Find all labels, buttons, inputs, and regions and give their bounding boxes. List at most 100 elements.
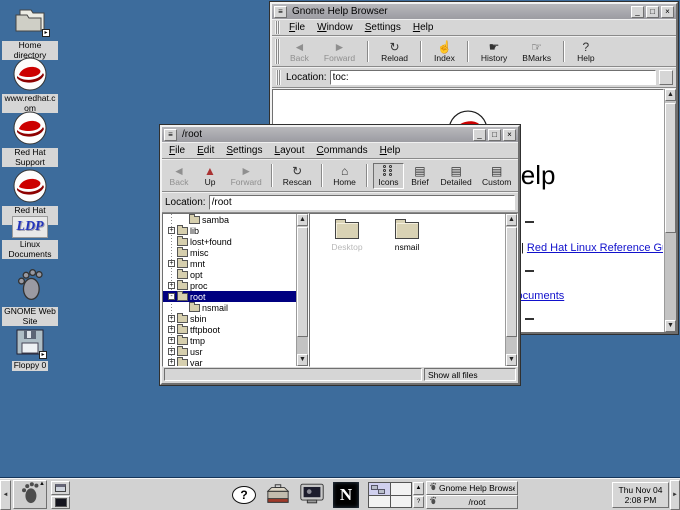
icons-view-button[interactable]: Icons [373, 163, 404, 189]
scroll-thumb[interactable] [506, 227, 517, 337]
tree-item[interactable]: + tftpboot [163, 324, 296, 335]
help-button[interactable]: ? Help [570, 39, 601, 65]
desktop-icon-home-directory[interactable]: ▸ Home directory [2, 6, 58, 60]
location-input[interactable] [209, 195, 515, 210]
forward-button[interactable]: ► Forward [317, 39, 362, 65]
desk-guide-applet[interactable] [368, 482, 412, 508]
home-button[interactable]: ⌂ Home [328, 163, 361, 189]
expand-icon[interactable]: + [168, 282, 175, 289]
tree-item-selected[interactable]: - root [163, 291, 296, 302]
menu-edit[interactable]: Edit [192, 143, 219, 158]
help-browser-titlebar[interactable]: ≡ Gnome Help Browser _ □ × [272, 4, 676, 19]
menu-commands[interactable]: Commands [312, 143, 373, 158]
bar-grip[interactable] [275, 39, 280, 64]
menu-help[interactable]: Help [408, 20, 439, 35]
expand-icon[interactable]: + [168, 337, 175, 344]
expand-icon[interactable]: + [168, 348, 175, 355]
scroll-thumb[interactable] [297, 227, 308, 337]
expand-icon[interactable]: + [168, 227, 175, 234]
location-end-button[interactable] [659, 70, 673, 85]
desktop-icon-floppy-0[interactable]: ▸ Floppy 0 [2, 328, 58, 371]
history-button[interactable]: ☛ History [474, 39, 514, 65]
menu-file[interactable]: File [284, 20, 310, 35]
workspace-3[interactable] [369, 496, 390, 508]
panel-hide-left-button[interactable]: ◄ [0, 480, 11, 510]
workspace-1-active[interactable] [369, 483, 390, 495]
reference-guide-link[interactable]: Red Hat Linux Reference Guide [527, 242, 664, 254]
task-button-root[interactable]: /root [426, 495, 518, 509]
file-icon-area[interactable]: Desktop nsmail [310, 214, 505, 366]
control-center-launcher[interactable] [262, 481, 294, 509]
tree-item[interactable]: + usr [163, 346, 296, 357]
up-button[interactable]: ▲ Up [195, 163, 225, 189]
back-button[interactable]: ◄ Back [164, 163, 194, 189]
scroll-up-icon[interactable]: ▲ [665, 89, 676, 101]
menu-help[interactable]: Help [375, 143, 406, 158]
desktop-icon-gnome-web-site[interactable]: GNOME Web Site [2, 268, 58, 326]
tree-item[interactable]: lost+found [163, 236, 296, 247]
scroll-down-icon[interactable]: ▼ [665, 320, 676, 332]
brief-view-button[interactable]: ▤ Brief [405, 163, 435, 189]
scroll-down-icon[interactable]: ▼ [506, 354, 517, 366]
scroll-track[interactable] [665, 101, 676, 320]
workspace-2[interactable] [391, 483, 412, 495]
expand-icon[interactable]: + [168, 260, 175, 267]
help-vertical-scrollbar[interactable]: ▲ ▼ [664, 89, 676, 332]
file-item-desktop[interactable]: Desktop [324, 222, 370, 252]
maximize-button[interactable]: □ [488, 129, 501, 141]
help-launcher[interactable]: ? [228, 481, 260, 509]
scroll-up-icon[interactable]: ▲ [506, 214, 517, 226]
menu-settings[interactable]: Settings [360, 20, 406, 35]
tree-item[interactable]: + var [163, 357, 296, 366]
tree-item[interactable]: nsmail [163, 302, 296, 313]
expand-icon[interactable]: + [168, 359, 175, 366]
bar-grip[interactable] [276, 70, 281, 85]
tree-item[interactable]: opt [163, 269, 296, 280]
expand-icon[interactable]: + [168, 326, 175, 333]
bmarks-button[interactable]: ☞ BMarks [515, 39, 558, 65]
mini-window-button[interactable] [51, 481, 70, 495]
menu-settings[interactable]: Settings [221, 143, 267, 158]
tree-vertical-scrollbar[interactable]: ▲ ▼ [296, 214, 308, 366]
clock-applet[interactable]: Thu Nov 04 2:08 PM [612, 482, 669, 508]
minimize-button[interactable]: _ [631, 6, 644, 18]
bar-grip[interactable] [275, 21, 280, 34]
expand-icon[interactable]: + [168, 315, 175, 322]
menu-layout[interactable]: Layout [270, 143, 310, 158]
terminal-launcher[interactable] [296, 481, 328, 509]
window-menu-icon[interactable]: ≡ [164, 129, 177, 141]
task-button-help-browser[interactable]: Gnome Help Browser [426, 481, 518, 495]
file-manager-titlebar[interactable]: ≡ /root _ □ × [162, 127, 518, 142]
minimize-button[interactable]: _ [473, 129, 486, 141]
collapse-icon[interactable]: - [168, 293, 175, 300]
detailed-view-button[interactable]: ▤ Detailed [436, 163, 476, 189]
menu-window[interactable]: Window [312, 20, 358, 35]
scroll-track[interactable] [297, 226, 308, 354]
desktop-icon-www-redhat-com[interactable]: www.redhat.com [2, 56, 58, 113]
window-menu-icon[interactable]: ≡ [274, 6, 287, 18]
custom-view-button[interactable]: ▤ Custom [477, 163, 516, 189]
scroll-thumb[interactable] [665, 103, 676, 233]
pager-help-button[interactable]: ? [413, 496, 424, 509]
tree-item[interactable]: + tmp [163, 335, 296, 346]
close-button[interactable]: × [661, 6, 674, 18]
scroll-down-icon[interactable]: ▼ [297, 354, 308, 366]
main-menu-button[interactable]: ▲ [13, 480, 47, 509]
tree-item[interactable]: + sbin [163, 313, 296, 324]
tree-item[interactable]: + lib [163, 225, 296, 236]
rescan-button[interactable]: ↻ Rescan [278, 163, 316, 189]
tree-item[interactable]: + mnt [163, 258, 296, 269]
close-button[interactable]: × [503, 129, 516, 141]
netscape-launcher[interactable]: N [330, 481, 362, 509]
scroll-track[interactable] [506, 226, 517, 354]
scroll-up-icon[interactable]: ▲ [297, 214, 308, 226]
location-input[interactable] [330, 70, 656, 85]
tree-item[interactable]: + proc [163, 280, 296, 291]
mini-screen-button[interactable] [51, 496, 70, 510]
maximize-button[interactable]: □ [646, 6, 659, 18]
desktop-icon-red-hat-support[interactable]: Red Hat Support [2, 110, 58, 167]
iconview-vertical-scrollbar[interactable]: ▲ ▼ [505, 214, 517, 366]
panel-hide-right-button[interactable]: ► [670, 480, 680, 510]
index-button[interactable]: ☝ Index [427, 39, 462, 65]
reload-button[interactable]: ↻ Reload [374, 39, 415, 65]
